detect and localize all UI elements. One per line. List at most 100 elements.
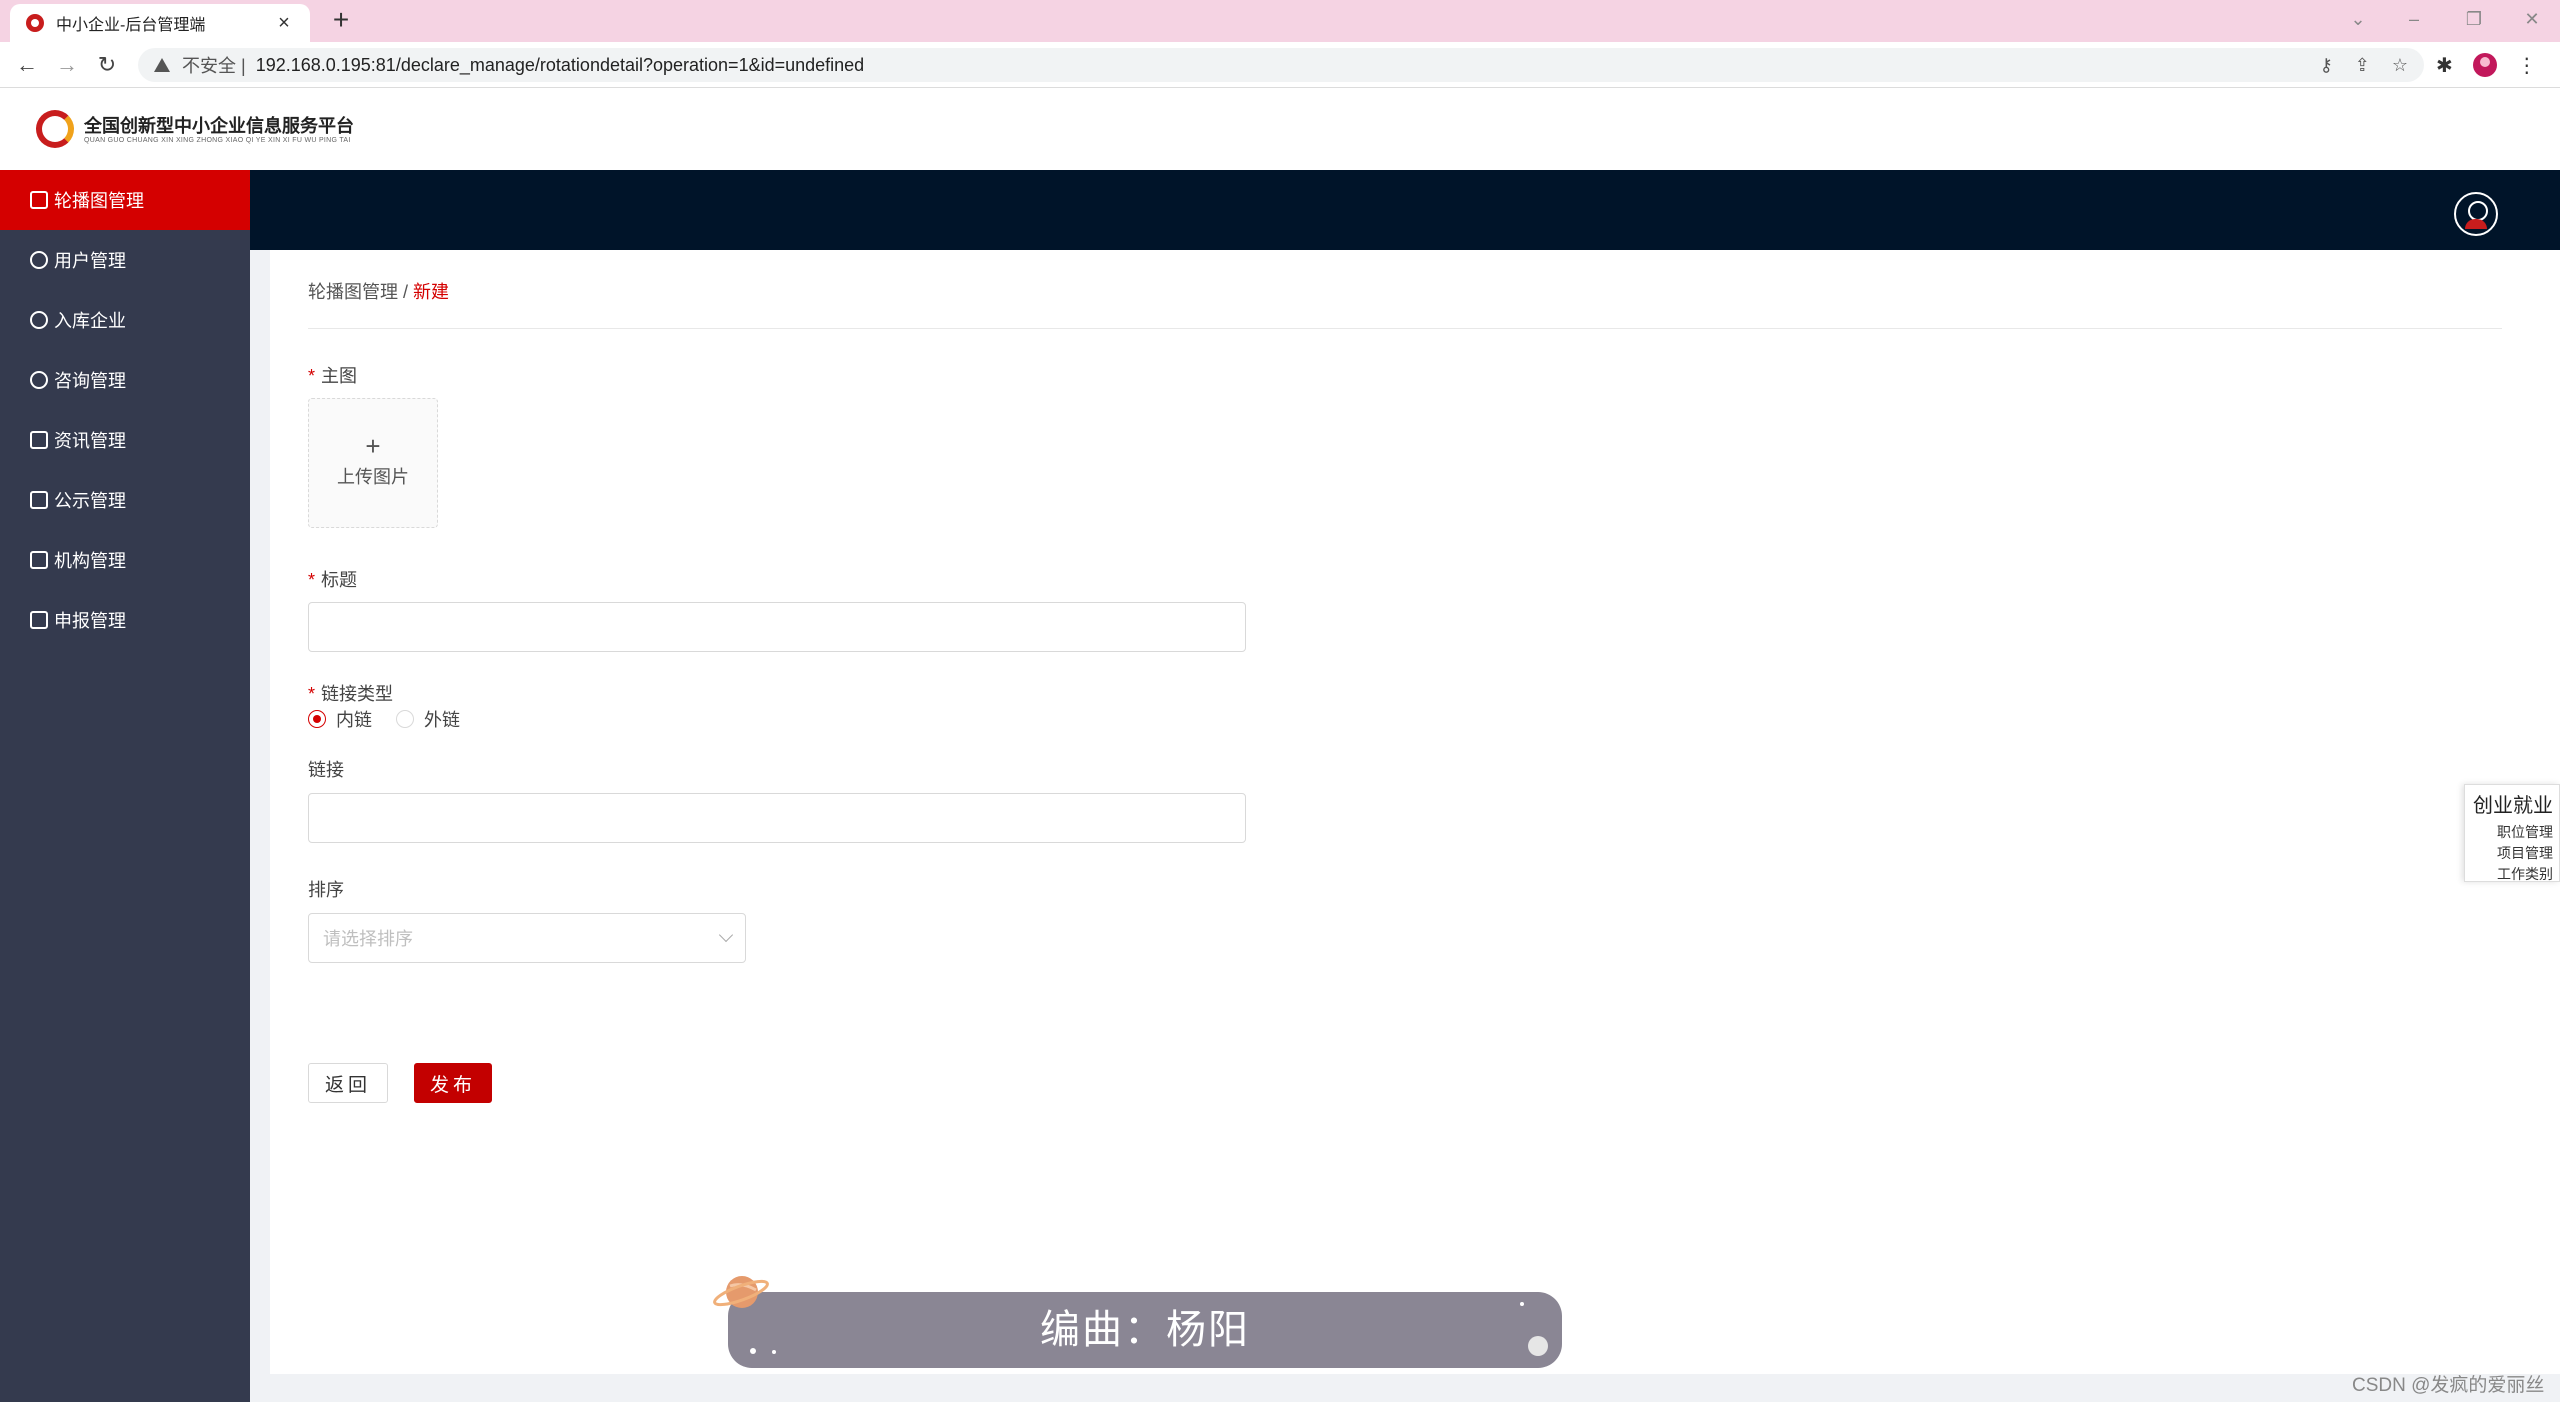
- required-mark: *: [308, 570, 316, 590]
- link-type-label-text: 链接类型: [321, 684, 394, 704]
- sidebar: 轮播图管理 用户管理 入库企业 咨询管理 资讯管理 公示管理 机构管理 申报管理: [0, 170, 250, 1402]
- sidebar-item-news[interactable]: 资讯管理: [0, 410, 250, 470]
- home-icon: [30, 311, 48, 329]
- link-type-radio-group: 内链 外链: [308, 706, 484, 732]
- share-icon[interactable]: ⇪: [2355, 55, 2370, 76]
- briefcase-icon: [30, 491, 48, 509]
- title-label-text: 标题: [321, 570, 358, 590]
- app-header: 全国创新型中小企业信息服务平台 QUAN GUO CHUANG XIN XING…: [0, 88, 2560, 170]
- sort-select-placeholder: 请选择排序: [323, 929, 413, 949]
- reload-button[interactable]: ↻: [92, 50, 122, 80]
- key-icon[interactable]: ⚷: [2320, 55, 2333, 76]
- float-panel-title[interactable]: 创业就业: [2471, 789, 2553, 818]
- back-button[interactable]: ←: [12, 50, 42, 80]
- planet-icon: [713, 1276, 769, 1308]
- required-mark: *: [308, 684, 316, 704]
- sort-select[interactable]: 请选择排序: [308, 913, 746, 963]
- tab-close-icon[interactable]: ×: [274, 12, 294, 35]
- sidebar-item-announcements[interactable]: 公示管理: [0, 470, 250, 530]
- browser-tab-bar: 中小企业-后台管理端 × + ⌄ – ❐ ✕: [0, 0, 2560, 42]
- user-avatar-icon[interactable]: [2454, 192, 2498, 236]
- sidebar-item-label: 资讯管理: [54, 431, 126, 451]
- sidebar-item-label: 机构管理: [54, 551, 126, 571]
- main-content: 轮播图管理 / 新建 * 主图 + 上传图片 * 标题 * 链接类型 内链 外链 链接…: [270, 250, 2560, 1374]
- browser-tab[interactable]: 中小企业-后台管理端 ×: [10, 4, 310, 42]
- sidebar-item-enterprises[interactable]: 入库企业: [0, 290, 250, 350]
- warning-icon[interactable]: [154, 58, 170, 72]
- sparkle-icon: [772, 1350, 776, 1354]
- required-mark: *: [308, 366, 316, 386]
- chat-bubble-icon: [30, 371, 48, 389]
- new-tab-button[interactable]: +: [324, 4, 358, 38]
- sidebar-item-label: 入库企业: [54, 311, 126, 331]
- site-logo[interactable]: 全国创新型中小企业信息服务平台 QUAN GUO CHUANG XIN XING…: [36, 110, 354, 148]
- window-close-button[interactable]: ✕: [2504, 0, 2560, 42]
- logo-subtitle: QUAN GUO CHUANG XIN XING ZHONG XIAO QI Y…: [84, 136, 351, 144]
- forward-button[interactable]: →: [52, 50, 82, 80]
- sidebar-item-declarations[interactable]: 申报管理: [0, 590, 250, 650]
- radio-internal-link-label[interactable]: 内链: [336, 706, 372, 732]
- upload-image-button[interactable]: + 上传图片: [308, 398, 438, 528]
- document-icon: [30, 431, 48, 449]
- main-image-label: * 主图: [308, 362, 357, 388]
- sidebar-item-label: 咨询管理: [54, 371, 126, 391]
- sidebar-item-label: 公示管理: [54, 491, 126, 511]
- minimize-button[interactable]: –: [2386, 0, 2442, 42]
- watermark: CSDN @发疯的爱丽丝: [2352, 1375, 2545, 1396]
- extensions-icon[interactable]: ✱: [2436, 53, 2453, 78]
- chevron-down-icon: [718, 927, 734, 943]
- logo-gear-icon: [36, 110, 74, 148]
- moon-icon: [1528, 1336, 1548, 1356]
- floating-menu-panel: 创业就业 职位管理 项目管理 工作类别: [2464, 784, 2560, 882]
- sidebar-item-institutions[interactable]: 机构管理: [0, 530, 250, 590]
- title-label: * 标题: [308, 566, 357, 592]
- sparkle-icon: [750, 1348, 756, 1354]
- sidebar-item-consulting[interactable]: 咨询管理: [0, 350, 250, 410]
- address-bar[interactable]: 不安全 | 192.168.0.195:81/declare_manage/ro…: [138, 48, 2424, 82]
- link-type-label: * 链接类型: [308, 680, 393, 706]
- user-icon: [30, 251, 48, 269]
- breadcrumb-separator: /: [398, 282, 414, 302]
- back-button[interactable]: 返回: [308, 1063, 388, 1103]
- url-text[interactable]: 192.168.0.195:81/declare_manage/rotation…: [256, 55, 865, 76]
- plus-icon: +: [365, 431, 381, 461]
- sidebar-item-label: 申报管理: [54, 611, 126, 631]
- profile-avatar-icon[interactable]: [2472, 53, 2497, 77]
- sidebar-item-label: 用户管理: [54, 251, 126, 271]
- float-item-positions[interactable]: 职位管理: [2471, 822, 2553, 843]
- music-overlay: 编曲：杨阳: [728, 1292, 1562, 1368]
- sort-label: 排序: [308, 880, 344, 900]
- link-label: 链接: [308, 760, 344, 780]
- site-favicon-icon: [26, 14, 44, 32]
- bookmark-star-icon[interactable]: ☆: [2392, 55, 2408, 76]
- breadcrumb-current: 新建: [413, 282, 450, 302]
- sidebar-item-label: 轮播图管理: [54, 191, 144, 211]
- radio-external-link-label[interactable]: 外链: [424, 706, 460, 732]
- breadcrumb-parent[interactable]: 轮播图管理: [308, 282, 398, 302]
- music-credit-text: 编曲：杨阳: [1040, 1308, 1250, 1352]
- main-image-label-text: 主图: [321, 366, 358, 386]
- building-icon: [30, 551, 48, 569]
- browser-menu-icon[interactable]: ⋮: [2517, 53, 2537, 78]
- sidebar-item-users[interactable]: 用户管理: [0, 230, 250, 290]
- image-icon: [30, 191, 48, 209]
- tab-title: 中小企业-后台管理端: [56, 17, 206, 34]
- publish-button[interactable]: 发布: [414, 1063, 492, 1103]
- sparkle-icon: [1520, 1302, 1524, 1306]
- insecure-label[interactable]: 不安全 |: [182, 52, 246, 78]
- radio-internal-link[interactable]: [308, 710, 326, 728]
- restore-button[interactable]: ❐: [2446, 0, 2502, 42]
- float-item-job-categories[interactable]: 工作类别: [2471, 864, 2553, 885]
- tab-search-icon[interactable]: ⌄: [2330, 0, 2386, 42]
- form-icon: [30, 611, 48, 629]
- breadcrumb-divider: [308, 328, 2502, 329]
- radio-external-link[interactable]: [396, 710, 414, 728]
- upload-image-text: 上传图片: [337, 467, 409, 487]
- title-input[interactable]: [308, 602, 1246, 652]
- float-item-projects[interactable]: 项目管理: [2471, 843, 2553, 864]
- logo-title: 全国创新型中小企业信息服务平台: [84, 115, 354, 136]
- link-input[interactable]: [308, 793, 1246, 843]
- sidebar-item-carousel[interactable]: 轮播图管理: [0, 170, 250, 230]
- browser-toolbar: ← → ↻ 不安全 | 192.168.0.195:81/declare_man…: [0, 42, 2560, 88]
- breadcrumb: 轮播图管理 / 新建: [308, 278, 449, 304]
